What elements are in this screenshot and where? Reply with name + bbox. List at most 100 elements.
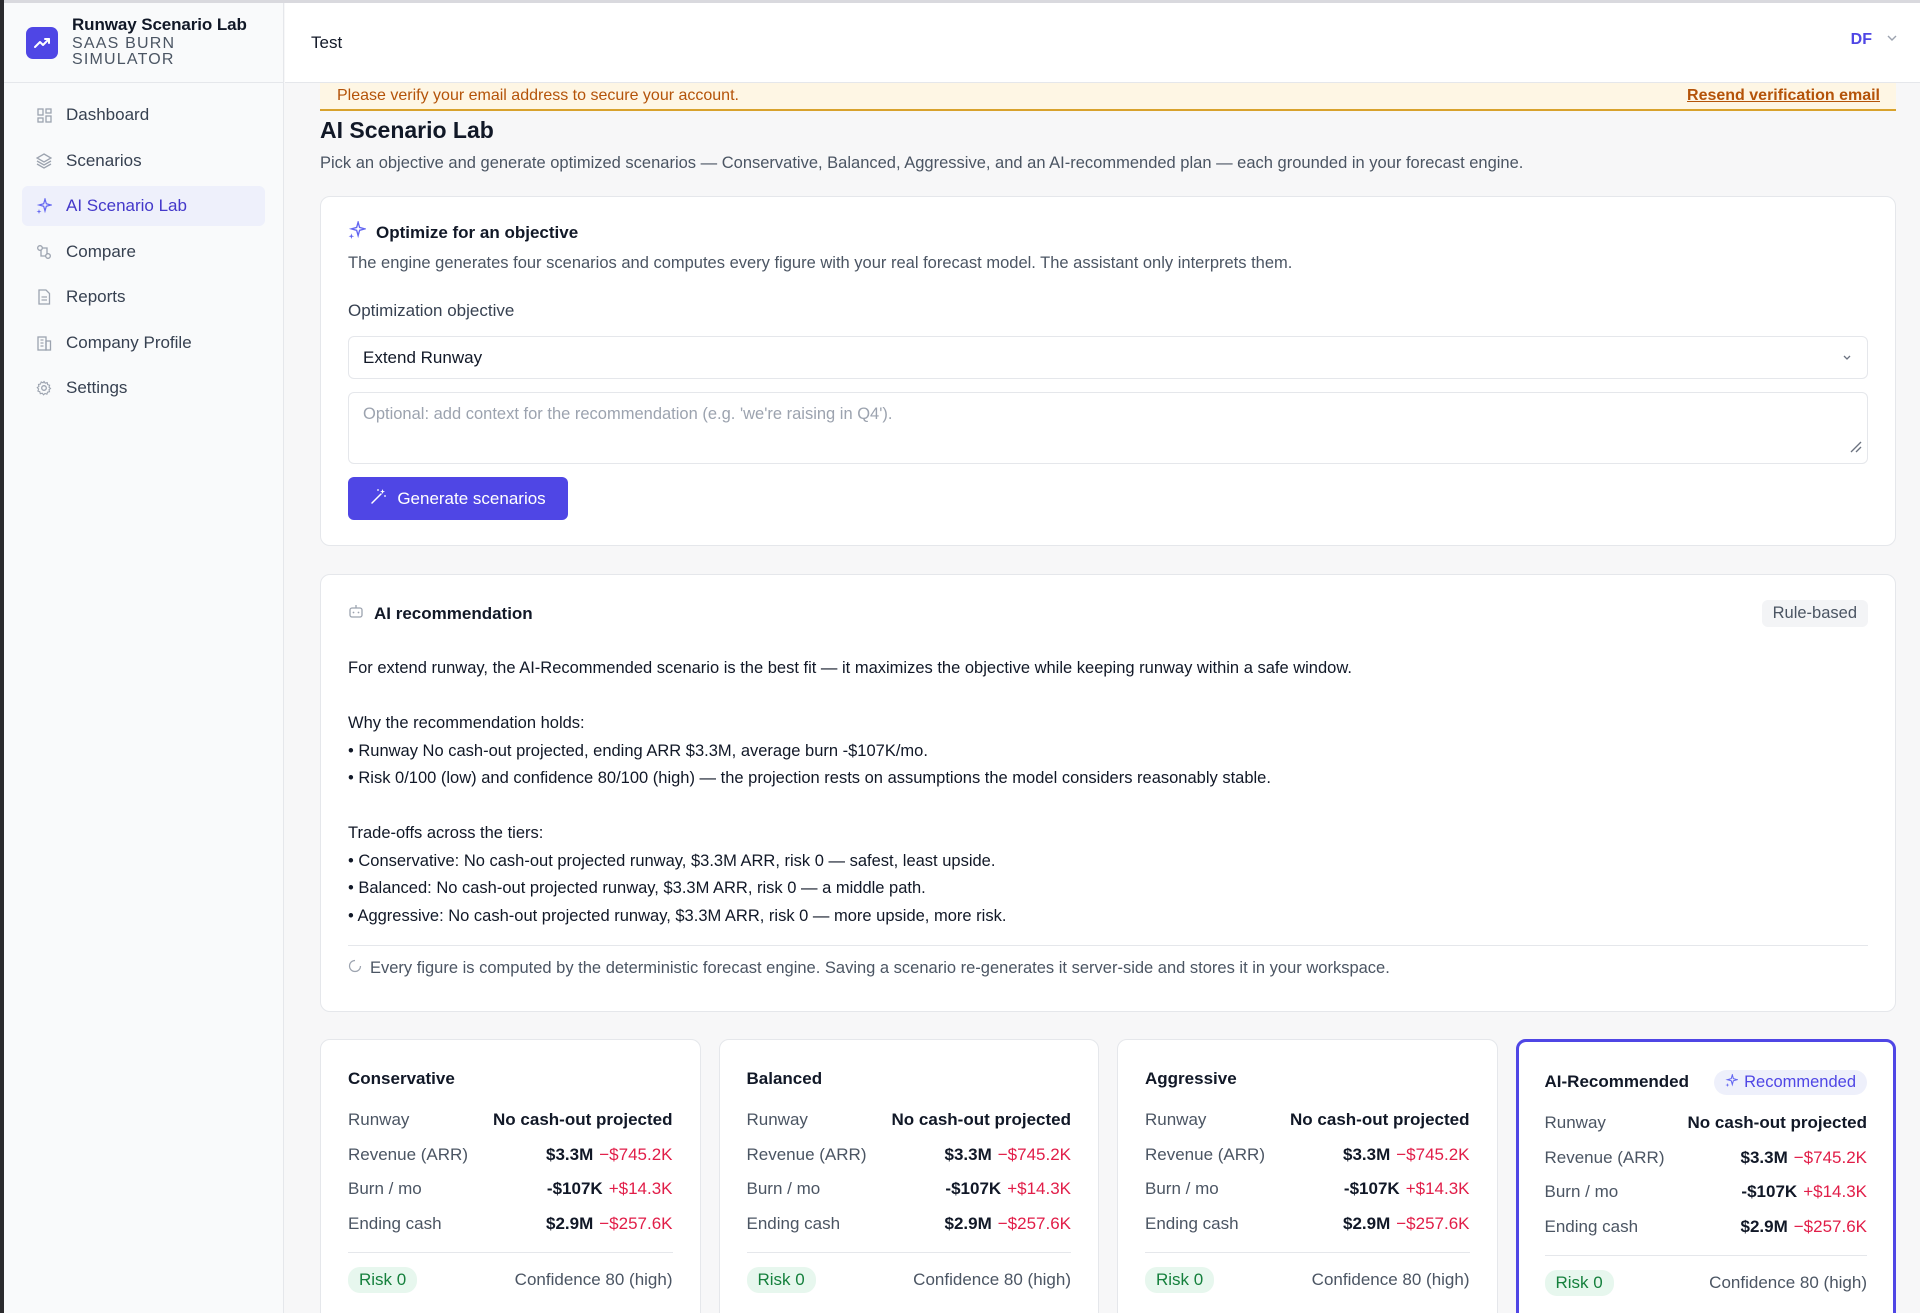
recommendation-line xyxy=(348,793,1868,821)
cash-label: Ending cash xyxy=(746,1213,841,1233)
sidebar-item-label: Company Profile xyxy=(66,332,192,352)
objective-select[interactable]: Extend Runway xyxy=(348,336,1868,379)
runway-value: No cash-out projected xyxy=(1290,1110,1470,1130)
sidebar-item-label: Dashboard xyxy=(66,105,150,124)
brand[interactable]: Runway Scenario Lab SAAS BURN SIMULATOR xyxy=(4,3,283,83)
burn-label: Burn / mo xyxy=(1544,1182,1619,1202)
objective-card-subtitle: The engine generates four scenarios and … xyxy=(348,254,1293,272)
tier-name: AI-Recommended xyxy=(1544,1072,1690,1091)
burn-label: Burn / mo xyxy=(746,1179,821,1199)
sidebar-item-compare[interactable]: Compare xyxy=(22,232,265,272)
cash-value: $2.9M xyxy=(545,1213,594,1233)
runway-value: No cash-out projected xyxy=(891,1110,1071,1130)
burn-value: -$107K xyxy=(945,1179,1002,1199)
burn-delta: +$14.3K xyxy=(1007,1179,1071,1199)
tier-name: Balanced xyxy=(746,1069,823,1088)
sidebar-item-scenarios[interactable]: Scenarios xyxy=(22,141,265,181)
main-content: Please verify your email address to secu… xyxy=(320,83,1896,1313)
risk-badge: Risk 0 xyxy=(746,1267,816,1293)
tier-name: Conservative xyxy=(348,1069,455,1088)
objective-field-label: Optimization objective xyxy=(348,301,515,320)
recommendation-footnote: Every figure is computed by the determin… xyxy=(348,945,1868,978)
risk-badge: Risk 0 xyxy=(348,1267,418,1293)
info-circle-icon xyxy=(348,959,362,978)
burn-value: -$107K xyxy=(1741,1182,1798,1202)
confidence-text: Confidence 80 (high) xyxy=(913,1270,1071,1289)
recommendation-line: • Aggressive: No cash-out projected runw… xyxy=(348,906,1007,925)
cash-value: $2.9M xyxy=(1342,1213,1391,1233)
rule-based-badge: Rule-based xyxy=(1761,600,1868,627)
sparkles-icon xyxy=(1725,1072,1740,1092)
arr-delta: −$745.2K xyxy=(1793,1147,1867,1167)
user-menu[interactable]: DF xyxy=(1851,31,1898,49)
risk-badge: Risk 0 xyxy=(1544,1270,1614,1296)
chevron-down-icon xyxy=(1886,31,1898,49)
sidebar-item-reports[interactable]: Reports xyxy=(22,277,265,317)
sidebar-nav: Dashboard Scenarios AI Scenario Lab Comp… xyxy=(4,83,283,426)
resize-handle-icon[interactable] xyxy=(1848,439,1862,458)
tier-card-aggressive[interactable]: Aggressive Runway No cash-out projected R… xyxy=(1117,1039,1498,1313)
tier-card-ai-recommended[interactable]: AI-Recommended Recommended Runway No cash… xyxy=(1515,1039,1896,1313)
sidebar: Runway Scenario Lab SAAS BURN SIMULATOR … xyxy=(4,3,284,1313)
sidebar-item-label: AI Scenario Lab xyxy=(66,196,187,215)
arr-delta: −$745.2K xyxy=(997,1144,1071,1164)
cash-delta: −$257.6K xyxy=(1793,1216,1867,1236)
burn-delta: +$14.3K xyxy=(1405,1179,1470,1199)
file-icon xyxy=(36,289,52,305)
runway-label: Runway xyxy=(1544,1113,1606,1133)
sidebar-item-label: Compare xyxy=(66,241,136,261)
brand-subtitle-line2: SIMULATOR xyxy=(72,51,175,69)
tier-card-conservative[interactable]: Conservative Runway No cash-out projected… xyxy=(320,1039,701,1313)
burn-label: Burn / mo xyxy=(1145,1179,1219,1199)
burn-delta: +$14.3K xyxy=(608,1179,673,1199)
workspace-title: Test xyxy=(311,32,343,52)
verify-email-banner: Please verify your email address to secu… xyxy=(320,83,1896,111)
confidence-text: Confidence 80 (high) xyxy=(514,1270,673,1289)
cash-label: Ending cash xyxy=(348,1213,442,1233)
banner-text: Please verify your email address to secu… xyxy=(337,87,739,104)
sidebar-item-dashboard[interactable]: Dashboard xyxy=(22,95,265,135)
arr-value: $3.3M xyxy=(1740,1147,1788,1167)
magic-wand-icon xyxy=(370,488,387,510)
footnote-text: Every figure is computed by the determin… xyxy=(370,959,1390,977)
recommendation-line: • Risk 0/100 (low) and confidence 80/100… xyxy=(348,769,1271,787)
objective-card: Optimize for an objective The engine gen… xyxy=(320,196,1896,546)
resend-verification-link[interactable]: Resend verification email xyxy=(1687,87,1880,105)
recommendation-line: • Runway No cash-out projected, ending A… xyxy=(348,741,928,760)
arr-delta: −$745.2K xyxy=(1396,1144,1470,1164)
confidence-text: Confidence 80 (high) xyxy=(1311,1270,1470,1289)
objective-select-value: Extend Runway xyxy=(363,347,483,367)
cash-value: $2.9M xyxy=(944,1213,992,1233)
sidebar-item-ai-scenario-lab[interactable]: AI Scenario Lab xyxy=(22,186,265,226)
sidebar-item-company-profile[interactable]: Company Profile xyxy=(22,323,265,363)
robot-icon xyxy=(348,603,364,624)
layers-icon xyxy=(36,152,52,169)
gear-icon xyxy=(36,380,52,396)
generate-scenarios-button[interactable]: Generate scenarios xyxy=(348,477,568,520)
runway-label: Runway xyxy=(1145,1110,1207,1130)
dashboard-icon xyxy=(36,107,52,123)
confidence-text: Confidence 80 (high) xyxy=(1709,1273,1867,1292)
page-description: Pick an objective and generate optimized… xyxy=(320,154,1524,172)
building-icon xyxy=(36,335,52,351)
burn-label: Burn / mo xyxy=(348,1179,422,1199)
sidebar-item-label: Scenarios xyxy=(66,150,142,170)
arr-delta: −$745.2K xyxy=(599,1144,673,1164)
cash-value: $2.9M xyxy=(1740,1216,1788,1236)
sidebar-item-settings[interactable]: Settings xyxy=(22,368,265,408)
trending-up-icon xyxy=(26,26,58,59)
sparkles-icon xyxy=(348,219,368,244)
context-textarea[interactable]: Optional: add context for the recommenda… xyxy=(348,392,1868,464)
arr-label: Revenue (ARR) xyxy=(746,1144,867,1164)
recommended-badge: Recommended xyxy=(1714,1069,1867,1095)
arr-value: $3.3M xyxy=(1342,1144,1391,1164)
cash-delta: −$257.6K xyxy=(1396,1213,1470,1233)
cash-label: Ending cash xyxy=(1145,1213,1239,1233)
cash-delta: −$257.6K xyxy=(997,1213,1071,1233)
tier-card-balanced[interactable]: Balanced Runway No cash-out projected Rev… xyxy=(718,1039,1099,1313)
arr-value: $3.3M xyxy=(545,1144,594,1164)
avatar: DF xyxy=(1850,31,1872,48)
recommendation-title: AI recommendation xyxy=(374,603,533,623)
burn-delta: +$14.3K xyxy=(1803,1182,1867,1202)
recommended-label: Recommended xyxy=(1744,1072,1856,1091)
